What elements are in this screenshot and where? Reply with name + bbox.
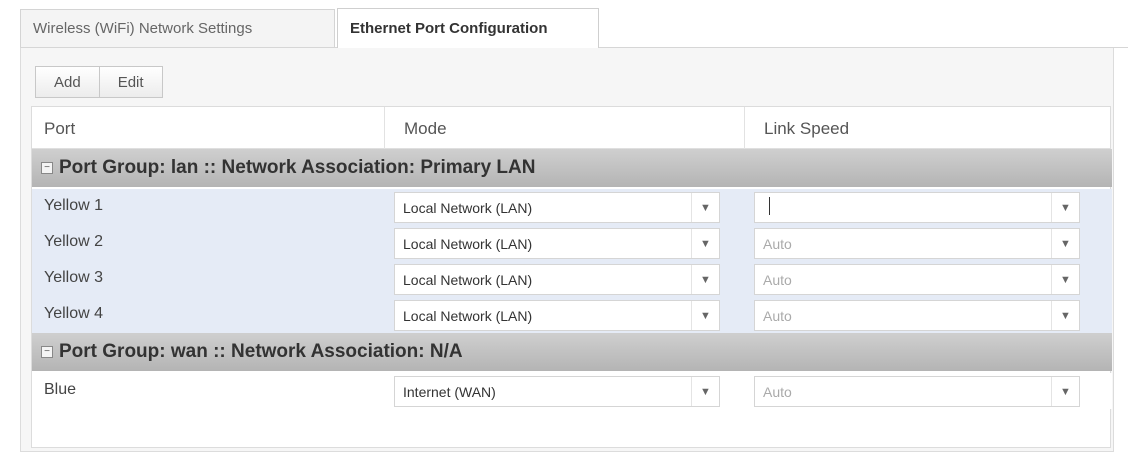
- chevron-down-icon[interactable]: ▼: [1051, 193, 1079, 222]
- toolbar: Add Edit: [35, 66, 163, 98]
- link-speed-select[interactable]: ▼: [754, 192, 1080, 223]
- mode-select[interactable]: Internet (WAN) ▼: [394, 376, 720, 407]
- mode-select-value: Local Network (LAN): [403, 307, 533, 324]
- chevron-down-icon[interactable]: ▼: [691, 265, 719, 294]
- mode-select[interactable]: Local Network (LAN) ▼: [394, 300, 720, 331]
- chevron-down-icon[interactable]: ▼: [691, 229, 719, 258]
- column-header-mode[interactable]: Mode: [404, 119, 447, 139]
- tab-panel: Add Edit Port Mode Link Speed − Port Gro…: [20, 48, 1114, 452]
- port-name: Blue: [44, 381, 77, 398]
- chevron-down-icon[interactable]: ▼: [1051, 377, 1079, 406]
- port-name: Yellow 3: [44, 269, 104, 286]
- port-name: Yellow 1: [44, 197, 104, 214]
- column-divider[interactable]: [744, 107, 745, 149]
- link-speed-select[interactable]: Auto ▼: [754, 300, 1080, 331]
- mode-select-value: Local Network (LAN): [403, 235, 533, 252]
- link-speed-select[interactable]: Auto ▼: [754, 228, 1080, 259]
- column-divider[interactable]: [384, 107, 385, 149]
- link-speed-select-value: Auto: [763, 271, 792, 288]
- table-row[interactable]: Blue Internet (WAN) ▼ Auto ▼: [32, 373, 1112, 409]
- add-button[interactable]: Add: [35, 66, 100, 98]
- port-name: Yellow 2: [44, 233, 104, 250]
- chevron-down-icon[interactable]: ▼: [1051, 265, 1079, 294]
- mode-select-value: Internet (WAN): [403, 383, 496, 400]
- edit-button[interactable]: Edit: [99, 66, 163, 98]
- column-header-link-speed[interactable]: Link Speed: [764, 119, 849, 139]
- link-speed-select[interactable]: Auto ▼: [754, 376, 1080, 407]
- table-row[interactable]: Yellow 1 Local Network (LAN) ▼ ▼: [32, 189, 1112, 225]
- port-name: Yellow 4: [44, 305, 104, 322]
- port-group-title: Port Group: wan :: Network Association: …: [59, 341, 463, 362]
- chevron-down-icon[interactable]: ▼: [1051, 229, 1079, 258]
- link-speed-select-value: [755, 197, 1051, 218]
- port-config-frame: Wireless (WiFi) Network Settings Etherne…: [20, 6, 1128, 454]
- table-row[interactable]: Yellow 3 Local Network (LAN) ▼ Auto ▼: [32, 261, 1112, 297]
- mode-select-value: Local Network (LAN): [403, 271, 533, 288]
- mode-select[interactable]: Local Network (LAN) ▼: [394, 264, 720, 295]
- tab-ethernet-port-configuration[interactable]: Ethernet Port Configuration: [337, 8, 599, 48]
- link-speed-select[interactable]: Auto ▼: [754, 264, 1080, 295]
- link-speed-select-value: Auto: [763, 235, 792, 252]
- tab-bar: Wireless (WiFi) Network Settings Etherne…: [20, 6, 1128, 48]
- link-speed-select-value: Auto: [763, 307, 792, 324]
- port-group-wan[interactable]: − Port Group: wan :: Network Association…: [32, 333, 1112, 371]
- chevron-down-icon[interactable]: ▼: [691, 301, 719, 330]
- link-speed-select-value: Auto: [763, 383, 792, 400]
- grid-header: Port Mode Link Speed: [32, 107, 1110, 149]
- chevron-down-icon[interactable]: ▼: [1051, 301, 1079, 330]
- port-group-title: Port Group: lan :: Network Association: …: [59, 157, 536, 178]
- mode-select[interactable]: Local Network (LAN) ▼: [394, 192, 720, 223]
- mode-select-value: Local Network (LAN): [403, 199, 533, 216]
- column-header-port[interactable]: Port: [44, 119, 75, 139]
- collapse-icon[interactable]: −: [41, 162, 53, 174]
- table-row[interactable]: Yellow 2 Local Network (LAN) ▼ Auto ▼: [32, 225, 1112, 261]
- port-group-lan[interactable]: − Port Group: lan :: Network Association…: [32, 149, 1112, 187]
- port-grid: Port Mode Link Speed − Port Group: lan :…: [31, 106, 1112, 448]
- chevron-down-icon[interactable]: ▼: [691, 377, 719, 406]
- text-cursor: [769, 197, 770, 215]
- mode-select[interactable]: Local Network (LAN) ▼: [394, 228, 720, 259]
- table-row[interactable]: Yellow 4 Local Network (LAN) ▼ Auto ▼: [32, 297, 1112, 333]
- collapse-icon[interactable]: −: [41, 346, 53, 358]
- tab-wireless-settings[interactable]: Wireless (WiFi) Network Settings: [20, 9, 335, 47]
- chevron-down-icon[interactable]: ▼: [691, 193, 719, 222]
